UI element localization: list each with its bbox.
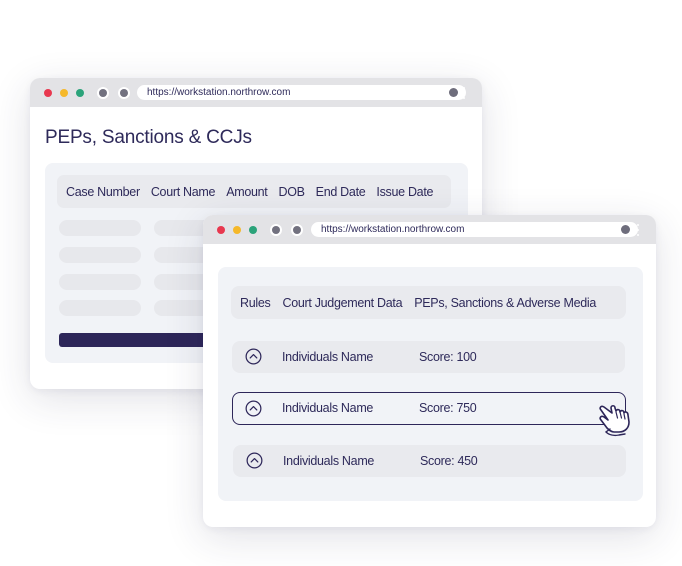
column-header[interactable]: Issue Date	[376, 185, 433, 199]
score: Score: 100	[419, 350, 477, 364]
chevron-up-circle-icon[interactable]	[246, 452, 263, 469]
hand-pointer-icon	[599, 404, 630, 437]
page-title: PEPs, Sanctions & CCJs	[45, 127, 252, 148]
results-panel: Rules Court Judgement Data PEPs, Sanctio…	[218, 267, 643, 501]
individual-name: Individuals Name	[282, 350, 374, 364]
more-vertical-icon[interactable]	[463, 87, 465, 99]
tab-peps-sanctions-adverse-media[interactable]: PEPs, Sanctions & Adverse Media	[414, 296, 596, 310]
maximize-dot-icon[interactable]	[76, 89, 84, 97]
chevron-up-circle-icon[interactable]	[245, 348, 262, 365]
individual-name: Individuals Name	[283, 454, 375, 468]
close-dot-icon[interactable]	[217, 226, 225, 234]
individual-name: Individuals Name	[282, 401, 374, 415]
column-header[interactable]: Amount	[226, 185, 268, 199]
table-header: Case Number Court Name Amount DOB End Da…	[57, 175, 451, 208]
chevron-up-circle-icon[interactable]	[245, 400, 262, 417]
skeleton-cell	[59, 247, 141, 263]
skeleton-cell	[59, 300, 141, 316]
browser-titlebar: https://workstation.northrow.com	[30, 78, 482, 107]
minimize-dot-icon[interactable]	[60, 89, 68, 97]
back-arrow-icon[interactable]	[270, 224, 282, 236]
column-header[interactable]: Case Number	[66, 185, 140, 199]
close-dot-icon[interactable]	[44, 89, 52, 97]
maximize-dot-icon[interactable]	[249, 226, 257, 234]
tab-court-judgement-data[interactable]: Court Judgement Data	[282, 296, 402, 310]
primary-action-bar[interactable]	[59, 333, 219, 347]
address-bar[interactable]: https://workstation.northrow.com	[137, 85, 466, 100]
result-row-selected[interactable]: Individuals Name Score: 750	[232, 392, 626, 425]
score: Score: 750	[419, 401, 477, 415]
score: Score: 450	[420, 454, 478, 468]
forward-arrow-icon[interactable]	[291, 224, 303, 236]
url-text: https://workstation.northrow.com	[321, 224, 465, 235]
back-arrow-icon[interactable]	[97, 87, 109, 99]
url-text: https://workstation.northrow.com	[147, 87, 291, 98]
forward-arrow-icon[interactable]	[118, 87, 130, 99]
search-icon[interactable]	[621, 225, 630, 234]
skeleton-cell	[59, 274, 141, 290]
browser-titlebar: https://workstation.northrow.com	[203, 215, 656, 244]
result-row[interactable]: Individuals Name Score: 450	[233, 445, 626, 477]
front-browser-window: https://workstation.northrow.com Rules C…	[203, 215, 656, 527]
column-header[interactable]: DOB	[278, 185, 304, 199]
result-row[interactable]: Individuals Name Score: 100	[232, 341, 625, 373]
column-header[interactable]: End Date	[316, 185, 366, 199]
column-header[interactable]: Court Name	[151, 185, 216, 199]
tabs-bar: Rules Court Judgement Data PEPs, Sanctio…	[231, 286, 626, 319]
more-vertical-icon[interactable]	[637, 224, 639, 236]
address-bar[interactable]: https://workstation.northrow.com	[311, 222, 638, 237]
tab-rules[interactable]: Rules	[240, 296, 271, 310]
skeleton-cell	[59, 220, 141, 236]
search-icon[interactable]	[449, 88, 458, 97]
minimize-dot-icon[interactable]	[233, 226, 241, 234]
